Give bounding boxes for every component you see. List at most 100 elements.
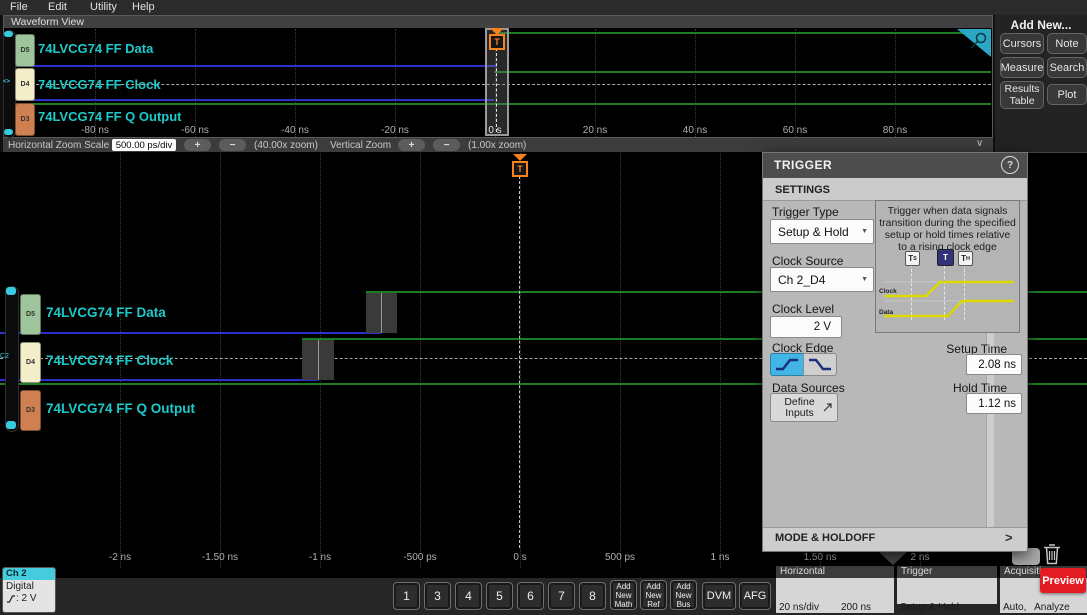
rising-edge-icon [773, 356, 801, 373]
collapse-chevron-icon[interactable]: ∨ [976, 138, 983, 149]
axis-label: -40 ns [265, 125, 325, 136]
afg-button[interactable]: AFG [739, 582, 771, 610]
channel-4-button[interactable]: 4 [455, 582, 482, 610]
channel-badge-d3[interactable]: D3 [15, 103, 35, 136]
menu-help[interactable]: Help [132, 1, 155, 13]
h-zoom-factor: (40.00x zoom) [254, 140, 318, 151]
axis-label: -20 ns [365, 125, 425, 136]
plot-button[interactable]: Plot [1047, 84, 1087, 105]
channel-badge-d4[interactable]: D4 [20, 342, 41, 383]
gridline [395, 29, 396, 137]
horizontal-section[interactable]: Horizontal 20 ns/div200 ns SR: 6.25 GS/s… [776, 566, 894, 613]
group-expand-icon[interactable]: <> [3, 79, 10, 85]
clock-level-field[interactable]: 2 V [770, 316, 842, 338]
clock-source-dropdown[interactable]: Ch 2_D4 ▼ [770, 267, 874, 292]
trash-icon[interactable] [1042, 542, 1062, 566]
h-zoom-out-button[interactable]: − [219, 139, 246, 151]
preview-button[interactable]: Preview [1040, 568, 1086, 593]
data-transition-edge [381, 293, 382, 333]
chevron-right-icon[interactable]: > [1005, 530, 1013, 545]
v-zoom-in-button[interactable]: + [398, 139, 425, 151]
signal-label-clock[interactable]: 74LVCG74 FF Clock [38, 77, 161, 92]
menu-utility[interactable]: Utility [90, 1, 117, 13]
falling-edge-button[interactable] [803, 353, 837, 376]
channel-badge-d5[interactable]: D5 [15, 34, 35, 67]
hold-time-field[interactable]: 1.12 ns [966, 393, 1022, 414]
channel2-badge-header: Ch 2 [3, 568, 55, 580]
trigger-position-line [496, 48, 497, 132]
add-new-bus-button[interactable]: Add New Bus [670, 580, 697, 610]
falling-edge-icon [806, 356, 834, 373]
axis-label: -1.50 ns [190, 552, 250, 563]
channel-5-button[interactable]: 5 [486, 582, 513, 610]
dropdown-arrow-icon: ▼ [861, 228, 868, 235]
diagram-ts-marker: TS [905, 251, 920, 266]
h-window: 200 ns [841, 602, 871, 614]
channel2-badge[interactable]: Ch 2 Digital : 2 V [2, 567, 56, 613]
signal-label-clock[interactable]: 74LVCG74 FF Clock [46, 353, 173, 368]
channel-1-button[interactable]: 1 [393, 582, 420, 610]
diagram-clock-label: Clock [879, 288, 897, 295]
axis-label: 1 ns [690, 552, 750, 563]
add-new-ref-button[interactable]: Add New Ref [640, 580, 667, 610]
define-inputs-label: Define Inputs [777, 397, 823, 419]
gridline [695, 29, 696, 137]
signal-label-qoutput[interactable]: 74LVCG74 FF Q Output [38, 109, 182, 124]
note-button[interactable]: Note [1047, 33, 1087, 54]
dvm-button[interactable]: DVM [702, 582, 736, 610]
axis-label: 1.50 ns [790, 552, 850, 563]
dropdown-arrow-icon: ▼ [861, 276, 868, 283]
h-zoom-scale-label: Horizontal Zoom Scale [8, 140, 109, 151]
clock-source-label: Clock Source [772, 254, 843, 268]
axis-label: -60 ns [165, 125, 225, 136]
clock-source-value: Ch 2_D4 [771, 273, 825, 287]
rising-edge-button[interactable] [770, 353, 804, 376]
menu-file[interactable]: File [10, 1, 28, 13]
channel-badge-d5[interactable]: D5 [20, 294, 41, 335]
diagram-t-marker: T [937, 249, 954, 266]
v-zoom-out-button[interactable]: − [433, 139, 460, 151]
clock-signal-low [0, 379, 318, 381]
channel-6-button[interactable]: 6 [517, 582, 544, 610]
channel-badge-d3[interactable]: D3 [20, 390, 41, 431]
h-zoom-in-button[interactable]: + [184, 139, 211, 151]
signal-label-data[interactable]: 74LVCG74 FF Data [46, 305, 166, 320]
search-button[interactable]: Search [1047, 57, 1087, 78]
measure-button[interactable]: Measure [1000, 57, 1044, 78]
define-inputs-button[interactable]: Define Inputs [770, 393, 838, 422]
trigger-section-title: Trigger [897, 566, 997, 578]
v-zoom-factor: (1.00x zoom) [468, 140, 526, 151]
trigger-flag-pointer [513, 154, 527, 161]
channel-badge-d4[interactable]: D4 [15, 68, 35, 101]
setup-time-field[interactable]: 2.08 ns [966, 354, 1022, 375]
diagram-data-label: Data [879, 309, 893, 316]
menu-edit[interactable]: Edit [48, 1, 67, 13]
trigger-type-dropdown[interactable]: Setup & Hold ▼ [770, 219, 874, 244]
trigger-section[interactable]: Trigger Setup & Hold S: 2.08 ns H: 1.12 … [897, 566, 997, 604]
h-zoom-scale-input[interactable]: 500.00 ps/div [112, 139, 176, 151]
channel-8-button[interactable]: 8 [579, 582, 606, 610]
data-signal-low [0, 332, 381, 334]
trigger-flag[interactable]: T [489, 34, 505, 50]
results-table-button[interactable]: Results Table [1000, 81, 1044, 109]
trigger-type: Setup & Hold [900, 602, 994, 614]
help-icon[interactable]: ? [1001, 156, 1019, 174]
signal-label-data[interactable]: 74LVCG74 FF Data [38, 41, 153, 56]
acquisition-section[interactable]: Acquisition Auto, Analyze High Res: 12 b… [1000, 566, 1033, 613]
trigger-panel-title: TRIGGER [774, 158, 832, 172]
channel-7-button[interactable]: 7 [548, 582, 575, 610]
diagram-th-marker: TH [958, 251, 973, 266]
waveform-view-title: Waveform View [11, 16, 84, 28]
channel-3-button[interactable]: 3 [424, 582, 451, 610]
draw-zoom-corner-icon[interactable] [957, 29, 991, 57]
axis-label: -2 ns [90, 552, 150, 563]
hold-time-value: 1.12 ns [978, 398, 1021, 410]
add-new-math-button[interactable]: Add New Math [610, 580, 637, 610]
waveform-view-header[interactable] [4, 16, 992, 28]
trigger-flag[interactable]: T [512, 161, 528, 177]
signal-label-qoutput[interactable]: 74LVCG74 FF Q Output [46, 401, 195, 416]
gridline [420, 153, 421, 568]
cursors-button[interactable]: Cursors [1000, 33, 1044, 54]
menu-bar [0, 0, 1087, 15]
group-handle-cap [4, 129, 13, 135]
